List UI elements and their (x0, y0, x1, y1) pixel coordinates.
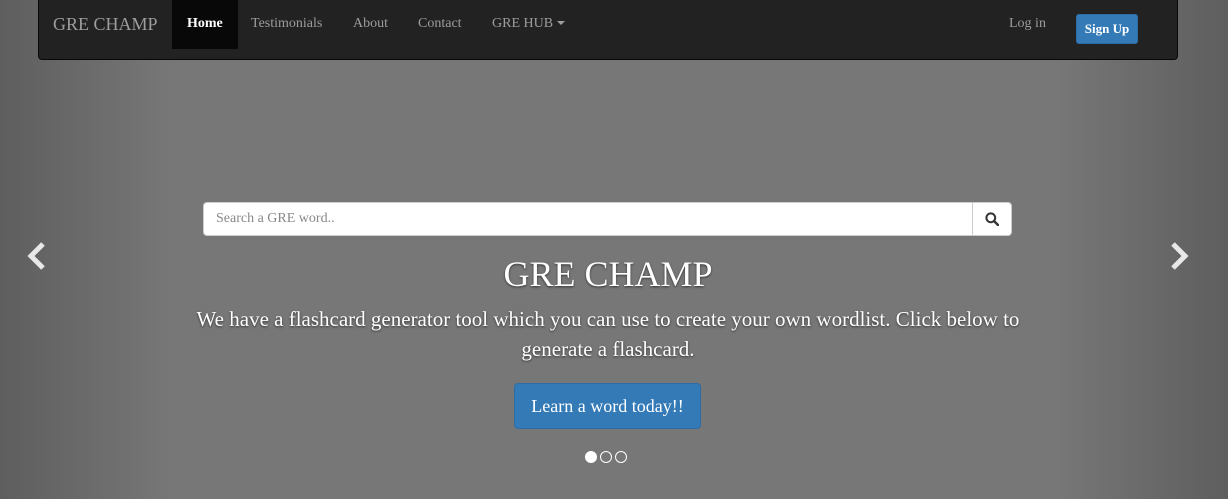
chevron-right-icon (1171, 242, 1189, 270)
nav-item-home[interactable]: Home (172, 0, 238, 49)
nav-item-testimonials[interactable]: Testimonials (236, 0, 337, 49)
caret-down-icon (557, 20, 566, 25)
carousel-prev-control[interactable] (18, 236, 58, 276)
top-navbar: GRE CHAMP Home Testimonials About Contac… (38, 0, 1178, 60)
search-icon (985, 212, 999, 226)
nav-item-gre-hub[interactable]: GRE HUB (477, 0, 580, 49)
carousel-next-control[interactable] (1158, 236, 1198, 276)
hero-carousel: GRE CHAMP Home Testimonials About Contac… (0, 0, 1228, 499)
nav-item-gre-hub-label: GRE HUB (492, 16, 554, 31)
learn-word-button[interactable]: Learn a word today!! (514, 383, 701, 429)
search-group (203, 202, 1012, 236)
carousel-indicator-2[interactable] (600, 451, 612, 463)
nav-item-about[interactable]: About (338, 0, 403, 49)
carousel-indicator-3[interactable] (615, 451, 627, 463)
carousel-description: We have a flashcard generator tool which… (196, 307, 1020, 361)
carousel-indicators (585, 451, 645, 463)
login-link[interactable]: Log in (994, 0, 1061, 49)
signup-button[interactable]: Sign Up (1076, 14, 1138, 44)
search-input[interactable] (204, 203, 972, 235)
chevron-left-icon (27, 242, 45, 270)
carousel-caption: GRE CHAMP We have a flashcard generator … (195, 252, 1021, 364)
brand-logo[interactable]: GRE CHAMP (53, 14, 158, 35)
carousel-indicator-1[interactable] (585, 451, 597, 463)
search-button[interactable] (972, 203, 1011, 235)
nav-item-contact[interactable]: Contact (403, 0, 477, 49)
carousel-title: GRE CHAMP (503, 254, 713, 294)
